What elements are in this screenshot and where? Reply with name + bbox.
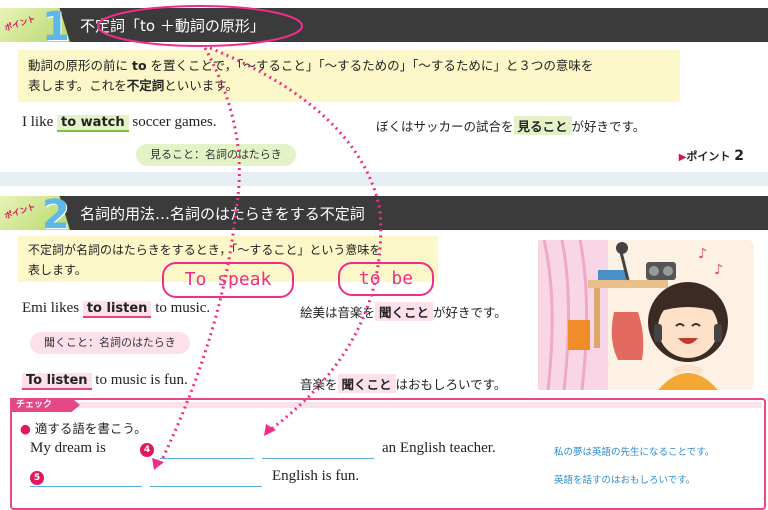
arrow-head-icon — [152, 458, 164, 470]
title-circle — [97, 5, 303, 47]
arrow-to-speak — [158, 47, 241, 465]
annotation-to-speak: To speak — [162, 262, 294, 298]
annotation-to-be: to be — [338, 262, 434, 296]
arrow-to-be — [209, 46, 383, 432]
arrow-head-icon — [264, 424, 276, 436]
annotation-overlay — [97, 5, 383, 470]
